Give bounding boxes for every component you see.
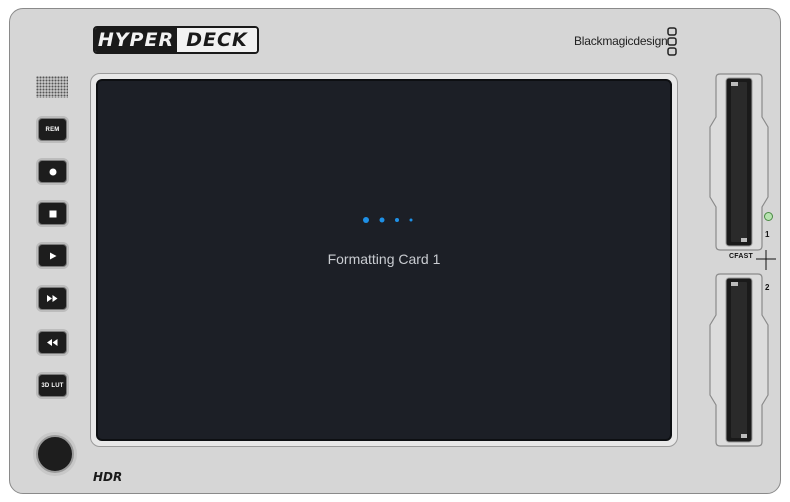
stop-button[interactable] [38, 202, 67, 225]
logo-hyper-text: HYPER [95, 28, 177, 52]
rewind-button[interactable] [38, 331, 67, 354]
slot-1-number: 1 [765, 230, 770, 239]
brand-name: Blackmagicdesign [574, 34, 668, 48]
rem-button[interactable]: REM [38, 118, 67, 141]
record-dot-icon [49, 168, 56, 175]
3d-lut-button-label: 3D LUT [41, 382, 64, 389]
speaker-grille [36, 76, 68, 98]
progress-dot [409, 218, 413, 222]
fast-forward-button[interactable] [38, 287, 67, 310]
stop-square-icon [49, 210, 56, 217]
progress-dots [362, 215, 422, 225]
progress-dot [363, 217, 369, 223]
hyperdeck-logo: HYPER DECK [93, 26, 259, 54]
cfast-slot-1[interactable] [708, 72, 770, 252]
cfast-label: CFAST [729, 253, 753, 260]
play-triangle-icon [49, 252, 56, 259]
blackmagic-logo-icon [667, 27, 677, 56]
touchscreen[interactable]: Formatting Card 1 [96, 79, 672, 441]
rewind-icon [47, 339, 58, 346]
cfast-slot-2[interactable] [708, 272, 770, 448]
progress-dot [379, 217, 385, 223]
fast-forward-icon [47, 295, 58, 302]
slot-1-status-led [764, 212, 773, 221]
slot-2-number: 2 [765, 283, 770, 292]
hdr-label: HDR [93, 470, 122, 482]
cfast-divider-line [756, 250, 776, 270]
formatting-status-text: Formatting Card 1 [327, 251, 441, 267]
jog-knob[interactable] [36, 435, 74, 473]
rem-button-label: REM [45, 126, 60, 133]
logo-deck-text: DECK [177, 28, 257, 52]
hdr-logo: HDR [93, 470, 122, 482]
3d-lut-button[interactable]: 3D LUT [38, 374, 67, 397]
progress-dot [395, 218, 399, 222]
record-button[interactable] [38, 160, 67, 183]
play-button[interactable] [38, 244, 67, 267]
